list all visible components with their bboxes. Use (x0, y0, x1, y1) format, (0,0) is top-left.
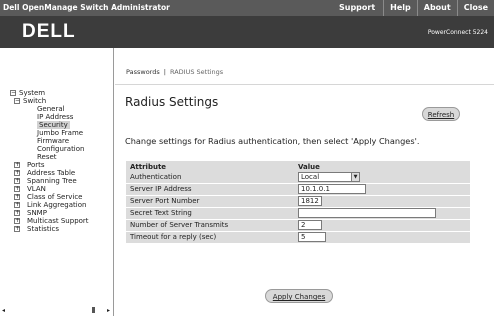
scroll-left-icon[interactable]: ◂ (2, 307, 5, 314)
expand-icon[interactable]: + (14, 202, 20, 208)
tree-item-label: Link Aggregation (27, 201, 87, 209)
app-title: Dell OpenManage Switch Administrator (3, 3, 170, 12)
table-row: Server Port Number 1812 (126, 195, 470, 208)
tree-item-label: Reset (37, 153, 57, 161)
tree-item-firmware[interactable]: Firmware (0, 137, 112, 145)
scroll-right-icon[interactable]: ▸ (107, 307, 110, 314)
page-title: Radius Settings (125, 95, 219, 109)
tree-item-label: Switch (23, 97, 47, 105)
help-link[interactable]: Help (383, 0, 417, 16)
table-row: Authentication Local ▼ (126, 171, 470, 184)
tree-item-switch[interactable]: − Switch (0, 97, 112, 105)
model-name: PowerConnect 5224 (427, 29, 488, 36)
table-row: Secret Text String (126, 207, 470, 220)
tree-item-label: Class of Service (27, 193, 83, 201)
tree-item-label: Security (37, 121, 70, 129)
collapse-icon[interactable]: − (10, 90, 16, 96)
breadcrumb: Passwords | RADIUS Settings (126, 68, 223, 76)
tree-item-label: VLAN (27, 185, 46, 193)
refresh-button[interactable]: Refresh (422, 107, 460, 121)
divider (115, 84, 494, 85)
server-transmits-label: Number of Server Transmits (126, 219, 298, 232)
tree-item-system[interactable]: − System (0, 89, 112, 97)
server-transmits-input[interactable]: 2 (298, 220, 322, 230)
apply-changes-button[interactable]: Apply Changes (265, 289, 333, 303)
title-bar: Dell OpenManage Switch Administrator Sup… (0, 0, 494, 16)
server-ip-label: Server IP Address (126, 183, 298, 196)
radius-settings-table: Attribute Value Authentication Local ▼ Se… (126, 161, 470, 244)
tree-item-reset[interactable]: Reset (0, 153, 112, 161)
banner: DELL PowerConnect 5224 (0, 16, 494, 48)
tree-item-ip-address[interactable]: IP Address (0, 113, 112, 121)
expand-icon[interactable]: + (14, 178, 20, 184)
expand-icon[interactable]: + (14, 186, 20, 192)
table-row: Number of Server Transmits 2 (126, 219, 470, 232)
timeout-label: Timeout for a reply (sec) (126, 231, 298, 244)
expand-icon[interactable]: + (14, 210, 20, 216)
table-header-row: Attribute Value (126, 161, 470, 171)
table-row: Timeout for a reply (sec) 5 (126, 231, 470, 244)
main-content: Passwords | RADIUS Settings Radius Setting… (115, 48, 494, 316)
tree-item-jumbo-frame[interactable]: Jumbo Frame (0, 129, 112, 137)
tree-item-label: SNMP (27, 209, 47, 217)
server-port-input[interactable]: 1812 (298, 196, 322, 206)
tree-item-label: Statistics (27, 225, 59, 233)
server-port-label: Server Port Number (126, 195, 298, 208)
server-ip-input[interactable]: 10.1.0.1 (298, 184, 366, 194)
expand-icon[interactable]: + (14, 170, 20, 176)
navigation-tree: − System − Switch General IP Address Security J… (0, 89, 112, 233)
dell-logo: DELL (22, 21, 76, 42)
authentication-label: Authentication (126, 171, 298, 184)
expand-icon[interactable]: + (14, 226, 20, 232)
tree-item-label: Spanning Tree (27, 177, 77, 185)
tree-item-general[interactable]: General (0, 105, 112, 113)
tree-item-vlan[interactable]: + VLAN (0, 185, 112, 193)
support-link[interactable]: Support (333, 0, 383, 16)
close-link[interactable]: Close (456, 0, 494, 16)
scrollbar-thumb[interactable] (92, 307, 95, 313)
about-link[interactable]: About (416, 0, 457, 16)
tree-item-label: Multicast Support (27, 217, 89, 225)
tree-item-class-of-service[interactable]: + Class of Service (0, 193, 112, 201)
collapse-icon[interactable]: − (14, 98, 20, 104)
column-header-attribute: Attribute (130, 162, 167, 171)
breadcrumb-separator: | (163, 68, 166, 76)
tree-item-label: Address Table (27, 169, 76, 177)
timeout-input[interactable]: 5 (298, 232, 326, 242)
tree-item-address-table[interactable]: + Address Table (0, 169, 112, 177)
authentication-value: Local (301, 172, 320, 181)
tree-item-snmp[interactable]: + SNMP (0, 209, 112, 217)
table-row: Server IP Address 10.1.0.1 (126, 183, 470, 196)
tree-item-label: System (19, 89, 46, 97)
navigation-sidebar: − System − Switch General IP Address Security J… (0, 48, 114, 316)
tree-item-configuration[interactable]: Configuration (0, 145, 112, 153)
expand-icon[interactable]: + (14, 218, 20, 224)
breadcrumb-radius-settings: RADIUS Settings (169, 68, 224, 76)
tree-item-label: IP Address (37, 113, 74, 121)
horizontal-scrollbar[interactable]: ◂ ▸ (2, 307, 110, 314)
tree-item-link-aggregation[interactable]: + Link Aggregation (0, 201, 112, 209)
tree-item-label: Jumbo Frame (37, 129, 84, 137)
expand-icon[interactable]: + (14, 162, 20, 168)
tree-item-multicast-support[interactable]: + Multicast Support (0, 217, 112, 225)
tree-item-label: General (37, 105, 65, 113)
expand-icon[interactable]: + (14, 194, 20, 200)
column-header-value: Value (298, 162, 320, 171)
tree-item-label: Configuration (37, 145, 85, 153)
top-links: Support Help About Close (333, 0, 494, 16)
dropdown-arrow-icon[interactable]: ▼ (351, 172, 359, 181)
tree-item-ports[interactable]: + Ports (0, 161, 112, 169)
tree-item-spanning-tree[interactable]: + Spanning Tree (0, 177, 112, 185)
tree-item-label: Firmware (37, 137, 70, 145)
tree-item-statistics[interactable]: + Statistics (0, 225, 112, 233)
instructions-text: Change settings for Radius authenticatio… (125, 136, 420, 146)
authentication-select[interactable]: Local ▼ (298, 171, 360, 182)
breadcrumb-passwords[interactable]: Passwords (126, 68, 160, 76)
secret-text-input[interactable] (298, 208, 436, 218)
tree-item-security[interactable]: Security (0, 121, 70, 129)
tree-item-label: Ports (27, 161, 45, 169)
secret-text-label: Secret Text String (126, 207, 298, 220)
